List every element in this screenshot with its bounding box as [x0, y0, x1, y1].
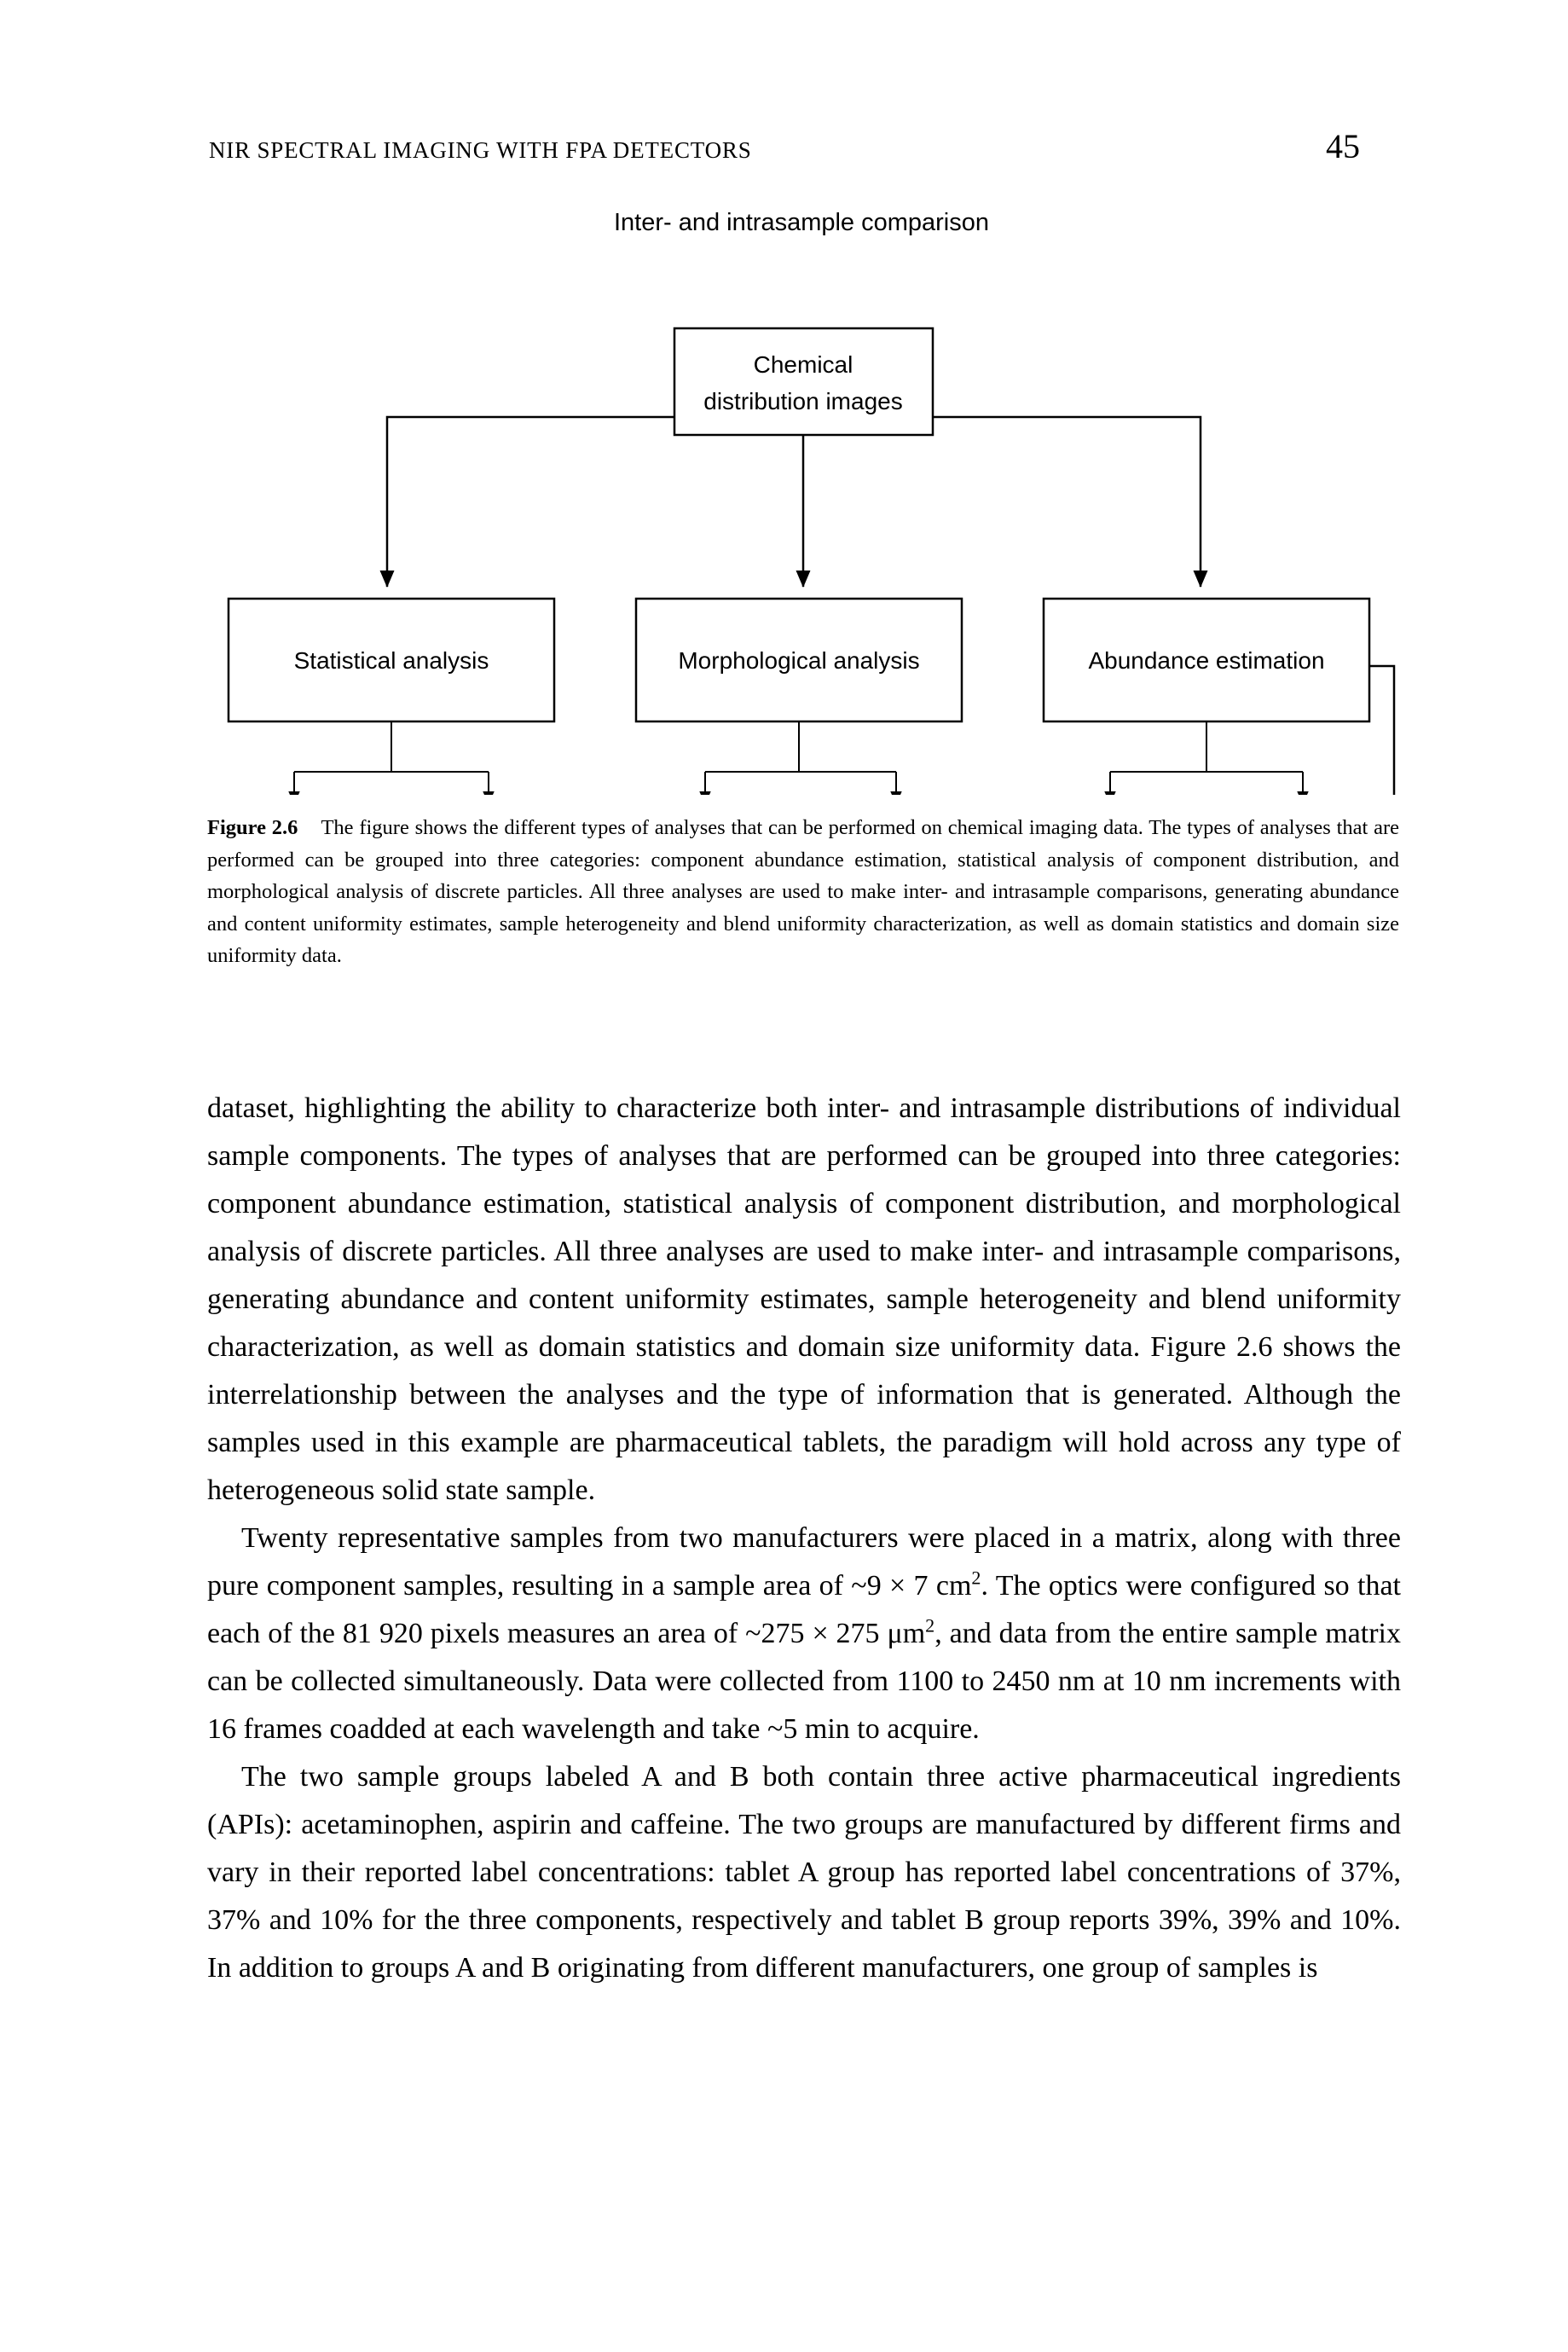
node-chemical-distribution-images-line1: Chemical — [754, 351, 853, 378]
figure-2-6: Inter- and intrasample comparison Chemic… — [205, 198, 1398, 795]
flowchart-diagram: Inter- and intrasample comparison Chemic… — [227, 209, 1396, 795]
edge-abundance-to-content-uniformity — [1369, 664, 1396, 795]
node-morphological-analysis-label: Morphological analysis — [678, 647, 919, 674]
body-paragraph-3: The two sample groups labeled A and B bo… — [207, 1761, 1401, 1984]
node-abundance-estimation-label: Abundance estimation — [1088, 647, 1324, 674]
body-paragraph-2-sup1: 2 — [971, 1567, 981, 1589]
body-text: dataset, highlighting the ability to cha… — [207, 1085, 1401, 1992]
body-paragraph-2-sup2: 2 — [925, 1614, 935, 1637]
running-head-title: NIR SPECTRAL IMAGING WITH FPA DETECTORS — [209, 137, 752, 163]
node-statistical-analysis-label: Statistical analysis — [294, 647, 489, 674]
body-paragraph-1: dataset, highlighting the ability to cha… — [207, 1092, 1401, 1506]
figure-caption: Figure 2.6 The figure shows the differen… — [207, 812, 1399, 972]
edge-root-to-statistical — [379, 415, 674, 588]
running-head: NIR SPECTRAL IMAGING WITH FPA DETECTORS … — [209, 126, 1360, 166]
edge-root-to-abundance — [933, 415, 1208, 588]
node-chemical-distribution-images — [673, 327, 934, 437]
page-number: 45 — [1326, 127, 1360, 165]
body-paragraph-2: Twenty representative samples from two m… — [207, 1515, 1401, 1753]
figure-caption-label: Figure 2.6 — [207, 816, 298, 839]
document-page: NIR SPECTRAL IMAGING WITH FPA DETECTORS … — [0, 0, 1568, 2352]
figure-caption-text: The figure shows the different types of … — [207, 816, 1399, 967]
diagram-title: Inter- and intrasample comparison — [614, 209, 989, 236]
node-chemical-distribution-images-line2: distribution images — [703, 388, 902, 414]
